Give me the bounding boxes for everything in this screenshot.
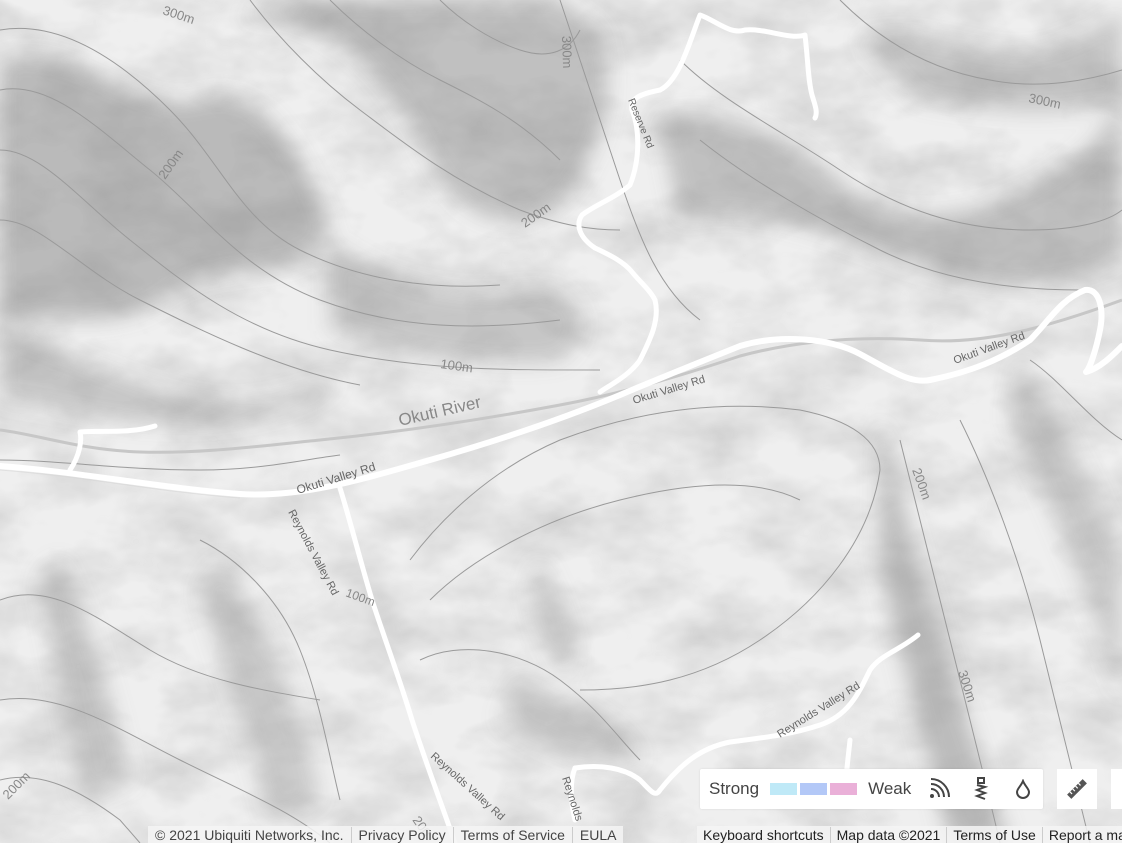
report-map-error-link[interactable]: Report a map error — [1043, 827, 1122, 843]
terms-of-use-link[interactable]: Terms of Use — [947, 826, 1043, 843]
privacy-policy-link[interactable]: Privacy Policy — [352, 826, 454, 843]
keyboard-shortcuts-link[interactable]: Keyboard shortcuts — [697, 826, 831, 843]
drop-icon[interactable] — [1011, 777, 1035, 801]
ruler-button[interactable] — [1057, 769, 1097, 809]
footer-left: © 2021 Ubiquiti Networks, Inc. Privacy P… — [148, 826, 624, 843]
terms-of-service-link[interactable]: Terms of Service — [454, 826, 573, 843]
map-control-button[interactable] — [1111, 769, 1122, 809]
signal-legend: Strong Weak — [700, 769, 1043, 809]
ruler-icon — [1067, 779, 1087, 799]
legend-swatch-strong — [770, 783, 798, 795]
contour-label: 300m — [559, 36, 575, 69]
legend-swatch-weak — [830, 783, 858, 795]
footer-right: Keyboard shortcuts Map data ©2021 Terms … — [697, 826, 1122, 843]
legend-weak-label: Weak — [868, 779, 912, 798]
map-data-text: Map data ©2021 — [831, 826, 948, 843]
legend-strong-label: Strong — [709, 779, 760, 798]
eula-link[interactable]: EULA — [573, 827, 624, 843]
signal-icon[interactable] — [927, 777, 951, 801]
tower-icon[interactable] — [969, 777, 993, 801]
terrain-map[interactable]: Okuti River Okuti Valley Rd Okuti Valley… — [0, 0, 1122, 843]
legend-swatch-medium — [800, 783, 828, 795]
copyright-text: © 2021 Ubiquiti Networks, Inc. — [148, 826, 352, 843]
